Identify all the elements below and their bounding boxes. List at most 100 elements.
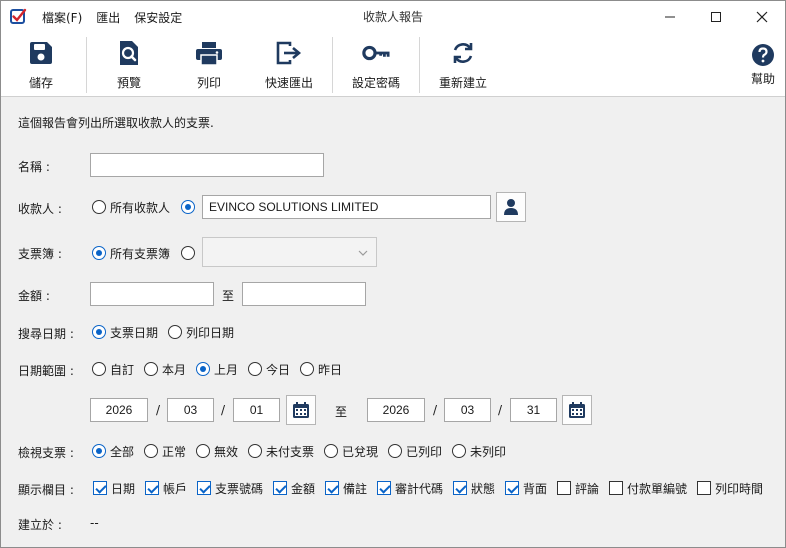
column-option-label: 備註	[343, 481, 368, 496]
document-search-icon	[115, 39, 143, 67]
to-month-input[interactable]: 03	[444, 398, 491, 422]
to-day-input[interactable]: 31	[510, 398, 557, 422]
radio-indicator	[324, 444, 338, 458]
view-cheques-label: 檢視支票 :	[18, 446, 74, 460]
refresh-icon	[449, 39, 477, 67]
name-input[interactable]	[90, 153, 324, 177]
column-comment-checkbox[interactable]: 評論	[557, 480, 599, 496]
search-date-cheque-radio[interactable]: 支票日期	[92, 324, 158, 340]
checkbox-indicator	[609, 481, 623, 495]
save-button[interactable]: 儲存	[9, 33, 73, 97]
column-back-checkbox[interactable]: 背面	[505, 480, 547, 496]
search-date-option-label: 支票日期	[110, 325, 159, 340]
payee-all-label: 所有收款人	[110, 200, 171, 215]
column-amount-checkbox[interactable]: 金額	[273, 480, 315, 496]
checkbox-indicator	[557, 481, 571, 495]
amount-to-input[interactable]	[242, 282, 366, 306]
menu-bar: 檔案(F) 匯出 保安設定	[42, 1, 196, 33]
menu-file[interactable]: 檔案(F)	[42, 9, 82, 26]
radio-indicator	[168, 325, 182, 339]
select-payee-button[interactable]	[496, 192, 526, 222]
column-audit-code-checkbox[interactable]: 審計代碼	[377, 480, 443, 496]
name-label: 名稱 :	[18, 160, 50, 174]
search-date-print-radio[interactable]: 列印日期	[168, 324, 234, 340]
view-printed-radio[interactable]: 已列印	[388, 443, 442, 459]
minimize-icon	[665, 16, 675, 18]
chequebook-label: 支票簿 :	[18, 247, 62, 261]
radio-indicator	[144, 362, 158, 376]
checkbox-indicator	[505, 481, 519, 495]
view-void-radio[interactable]: 無效	[196, 443, 238, 459]
column-option-label: 背面	[523, 481, 548, 496]
help-label: 幫助	[750, 72, 775, 86]
close-button[interactable]	[739, 1, 785, 33]
column-payment-slip-checkbox[interactable]: 付款單編號	[609, 480, 687, 496]
radio-indicator	[196, 362, 210, 376]
date-separator: /	[498, 403, 503, 417]
view-unprinted-radio[interactable]: 未列印	[452, 443, 506, 459]
column-status-checkbox[interactable]: 狀態	[453, 480, 495, 496]
column-option-label: 支票號碼	[215, 481, 264, 496]
search-date-option-label: 列印日期	[186, 325, 235, 340]
checkbox-indicator	[453, 481, 467, 495]
date-separator: /	[156, 403, 161, 417]
report-description: 這個報告會列出所選取收款人的支票.	[18, 116, 214, 130]
payee-specific-radio[interactable]	[181, 199, 199, 215]
from-day-input[interactable]: 01	[233, 398, 280, 422]
from-date-picker-button[interactable]	[286, 395, 316, 425]
checkbox-indicator	[273, 481, 287, 495]
view-cashed-radio[interactable]: 已兌現	[324, 443, 378, 459]
to-year-input[interactable]: 2026	[367, 398, 425, 422]
radio-indicator	[452, 444, 466, 458]
floppy-disk-icon	[27, 39, 55, 67]
maximize-icon	[711, 12, 721, 22]
column-option-label: 帳戶	[163, 481, 188, 496]
set-password-button[interactable]: 設定密碼	[344, 33, 408, 97]
date-range-this-month-radio[interactable]: 本月	[144, 361, 186, 377]
view-normal-radio[interactable]: 正常	[144, 443, 186, 459]
maximize-button[interactable]	[693, 1, 739, 33]
help-button[interactable]: 幫助	[737, 33, 786, 97]
created-label: 建立於 :	[18, 518, 62, 532]
chequebook-select[interactable]	[202, 237, 377, 267]
to-date-picker-button[interactable]	[562, 395, 592, 425]
view-option-label: 正常	[162, 444, 187, 459]
date-range-last-month-radio[interactable]: 上月	[196, 361, 238, 377]
toolbar: 儲存 預覽 列印 快速匯出 設定密碼 重新建立 幫助	[1, 33, 785, 97]
column-date-checkbox[interactable]: 日期	[93, 480, 135, 496]
from-month-input[interactable]: 03	[167, 398, 214, 422]
column-cheque-number-checkbox[interactable]: 支票號碼	[197, 480, 263, 496]
print-button[interactable]: 列印	[177, 33, 241, 97]
preview-button[interactable]: 預覽	[97, 33, 161, 97]
quick-export-label: 快速匯出	[264, 76, 313, 90]
amount-from-input[interactable]	[90, 282, 214, 306]
radio-indicator	[92, 200, 106, 214]
quick-export-button[interactable]: 快速匯出	[257, 33, 321, 97]
search-date-label: 搜尋日期 :	[18, 327, 74, 341]
column-remark-checkbox[interactable]: 備註	[325, 480, 367, 496]
chequebook-specific-radio[interactable]	[181, 245, 199, 261]
column-print-time-checkbox[interactable]: 列印時間	[697, 480, 763, 496]
date-range-today-radio[interactable]: 今日	[248, 361, 290, 377]
minimize-button[interactable]	[647, 1, 693, 33]
payee-all-radio[interactable]: 所有收款人	[92, 199, 170, 215]
view-unpaid-radio[interactable]: 未付支票	[248, 443, 314, 459]
rebuild-button[interactable]: 重新建立	[431, 33, 495, 97]
column-option-label: 日期	[111, 481, 136, 496]
payee-input[interactable]: EVINCO SOLUTIONS LIMITED	[202, 195, 491, 219]
checkbox-indicator	[93, 481, 107, 495]
column-account-checkbox[interactable]: 帳戶	[145, 480, 187, 496]
radio-indicator	[92, 362, 106, 376]
radio-indicator	[248, 362, 262, 376]
chequebook-all-radio[interactable]: 所有支票簿	[92, 245, 170, 261]
person-icon	[504, 199, 518, 215]
payee-label: 收款人 :	[18, 202, 62, 216]
column-option-label: 狀態	[471, 481, 496, 496]
date-range-to-label: 至	[335, 405, 348, 419]
from-year-input[interactable]: 2026	[90, 398, 148, 422]
menu-security[interactable]: 保安設定	[134, 9, 182, 26]
menu-export[interactable]: 匯出	[96, 9, 120, 26]
date-range-yesterday-radio[interactable]: 昨日	[300, 361, 342, 377]
date-range-custom-radio[interactable]: 自訂	[92, 361, 134, 377]
view-all-radio[interactable]: 全部	[92, 443, 134, 459]
